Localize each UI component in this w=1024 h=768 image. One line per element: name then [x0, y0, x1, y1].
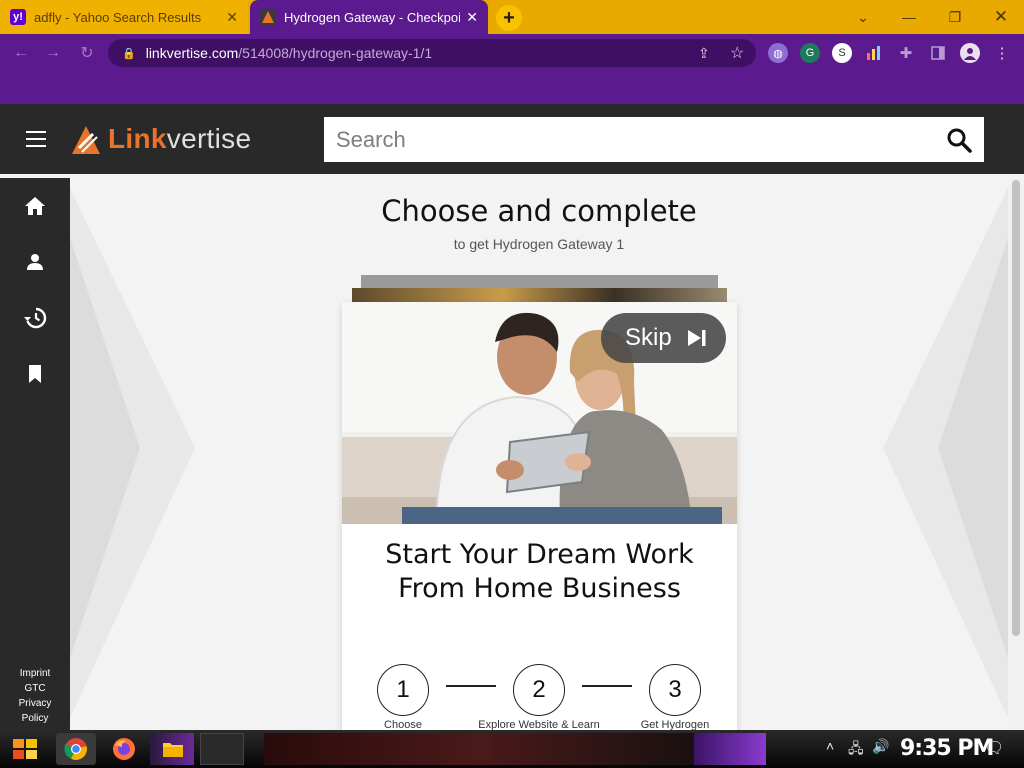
taskbar-active-window[interactable] — [264, 733, 694, 765]
main-content: Choose and complete to get Hydrogen Gate… — [70, 178, 1008, 730]
close-tab-icon[interactable]: ✕ — [466, 9, 478, 26]
tab-strip: y! adfly - Yahoo Search Results ✕ Hydrog… — [0, 0, 1024, 34]
step-3-label: Get Hydrogen — [640, 719, 710, 730]
step-2-label: Explore Website & Learn — [478, 719, 600, 730]
reload-icon[interactable]: ↻ — [76, 42, 98, 64]
tab-yahoo-search[interactable]: y! adfly - Yahoo Search Results ✕ — [0, 0, 248, 34]
yahoo-favicon-icon: y! — [10, 9, 26, 25]
imprint-link[interactable]: Imprint — [0, 666, 70, 681]
step-1-label: Choose — [384, 719, 422, 730]
taskbar-clock[interactable]: 9:35 PM — [900, 736, 994, 761]
extension-chart-icon[interactable] — [864, 43, 884, 63]
linkvertise-logo-text[interactable]: Linkvertise — [108, 123, 251, 155]
start-button[interactable] — [8, 733, 42, 765]
page-title: Choose and complete — [381, 194, 697, 228]
new-tab-button[interactable]: + — [496, 5, 522, 31]
close-tab-icon[interactable]: ✕ — [226, 9, 238, 26]
user-icon[interactable] — [23, 250, 47, 274]
tab-title: adfly - Yahoo Search Results — [34, 9, 202, 25]
restore-button[interactable]: ❐ — [932, 0, 978, 34]
skip-next-icon — [687, 330, 706, 346]
forward-arrow-icon[interactable]: → — [42, 42, 64, 64]
volume-icon[interactable]: 🔊 — [872, 738, 889, 755]
hamburger-menu-icon[interactable] — [26, 131, 46, 147]
page-scrollbar[interactable] — [1008, 178, 1024, 730]
sidebar: Imprint GTC Privacy Policy — [0, 178, 70, 730]
page-subtitle: to get Hydrogen Gateway 1 — [453, 236, 625, 252]
browser-menu-icon[interactable]: ⋮ — [992, 43, 1012, 63]
taskbar: ˄ 🖧 🔊 9:35 PM 🗨 — [0, 730, 1024, 768]
left-decoration — [70, 188, 195, 718]
search-input[interactable] — [336, 126, 926, 153]
search-icon[interactable] — [946, 127, 972, 153]
close-window-button[interactable]: ✕ — [978, 0, 1024, 34]
bookmark-icon[interactable] — [23, 362, 47, 386]
back-arrow-icon[interactable]: ← — [10, 42, 32, 64]
network-icon[interactable]: 🖧 — [848, 738, 864, 762]
linkvertise-logo-icon[interactable] — [70, 124, 102, 156]
extension-s-icon[interactable]: S — [832, 43, 852, 63]
tray-chevron-icon[interactable]: ˄ — [826, 738, 834, 754]
footer-links: Imprint GTC Privacy Policy — [0, 666, 70, 726]
history-icon[interactable] — [23, 306, 47, 330]
scrollbar-thumb[interactable] — [1012, 180, 1020, 636]
skip-button[interactable]: Skip — [601, 313, 726, 363]
taskbar-theme-accent — [694, 733, 766, 765]
step-2-circle: 2 — [513, 664, 565, 716]
skip-label: Skip — [625, 324, 672, 351]
tab-search-chevron-icon[interactable]: ⌄ — [840, 0, 886, 34]
address-bar[interactable]: 🔒 linkvertise.com/514008/hydrogen-gatewa… — [108, 39, 756, 67]
tab-hydrogen-gateway[interactable]: Hydrogen Gateway - Checkpoin ✕ — [250, 0, 488, 34]
step-3-circle: 3 — [649, 664, 701, 716]
lock-icon: 🔒 — [122, 47, 136, 60]
linkvertise-favicon-icon — [260, 9, 276, 25]
minimize-button[interactable]: — — [886, 0, 932, 34]
profile-avatar-icon[interactable] — [960, 43, 980, 63]
extensions-puzzle-icon[interactable]: ✚ — [896, 43, 916, 63]
step-connector — [446, 685, 496, 687]
taskbar-app-slot[interactable] — [200, 733, 244, 765]
gtc-link[interactable]: GTC — [0, 681, 70, 696]
site-header: Linkvertise — [0, 104, 1024, 174]
extension-globe-icon[interactable]: ◍ — [768, 43, 788, 63]
notifications-icon[interactable]: 🗨 — [984, 738, 1004, 758]
side-panel-icon[interactable] — [928, 43, 948, 63]
step-1-circle: 1 — [377, 664, 429, 716]
extension-grammar-icon[interactable]: G — [800, 43, 820, 63]
right-decoration — [883, 188, 1008, 718]
url-path: /514008/hydrogen-gateway-1/1 — [238, 45, 433, 61]
step-connector — [582, 685, 632, 687]
privacy-policy-link[interactable]: Privacy Policy — [0, 696, 70, 726]
site-search-box — [324, 117, 984, 162]
home-icon[interactable] — [23, 194, 47, 218]
toolbar-band — [0, 72, 1024, 104]
offer-title: Start Your Dream Work From Home Business — [385, 539, 694, 604]
file-explorer-icon[interactable] — [160, 733, 186, 765]
share-icon[interactable]: ⇪ — [698, 39, 710, 67]
firefox-taskbar-icon[interactable] — [104, 733, 144, 765]
chrome-taskbar-icon[interactable] — [56, 733, 96, 765]
url-host: linkvertise.com — [145, 45, 239, 61]
tab-title: Hydrogen Gateway - Checkpoin — [284, 9, 461, 25]
browser-toolbar: ← → ↻ 🔒 linkvertise.com/514008/hydrogen-… — [0, 34, 1024, 72]
bookmark-star-icon[interactable]: ☆ — [730, 39, 744, 67]
